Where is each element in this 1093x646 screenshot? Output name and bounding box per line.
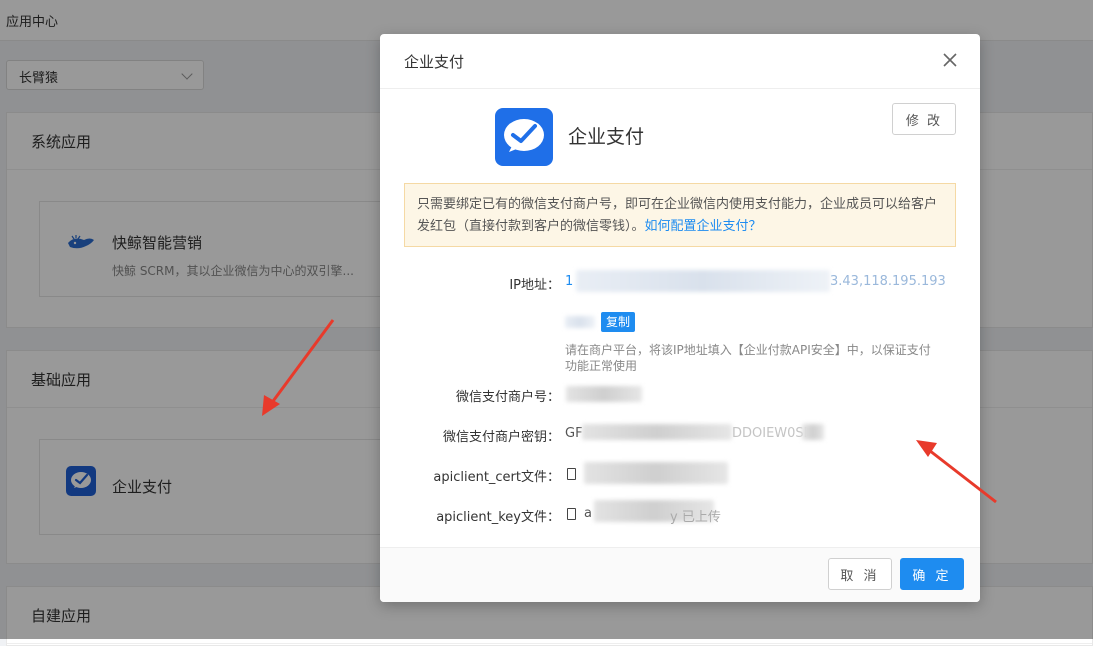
arrow-right-icon [916,440,997,504]
arrow-left-icon [262,319,335,416]
annotation-arrows [262,319,997,504]
